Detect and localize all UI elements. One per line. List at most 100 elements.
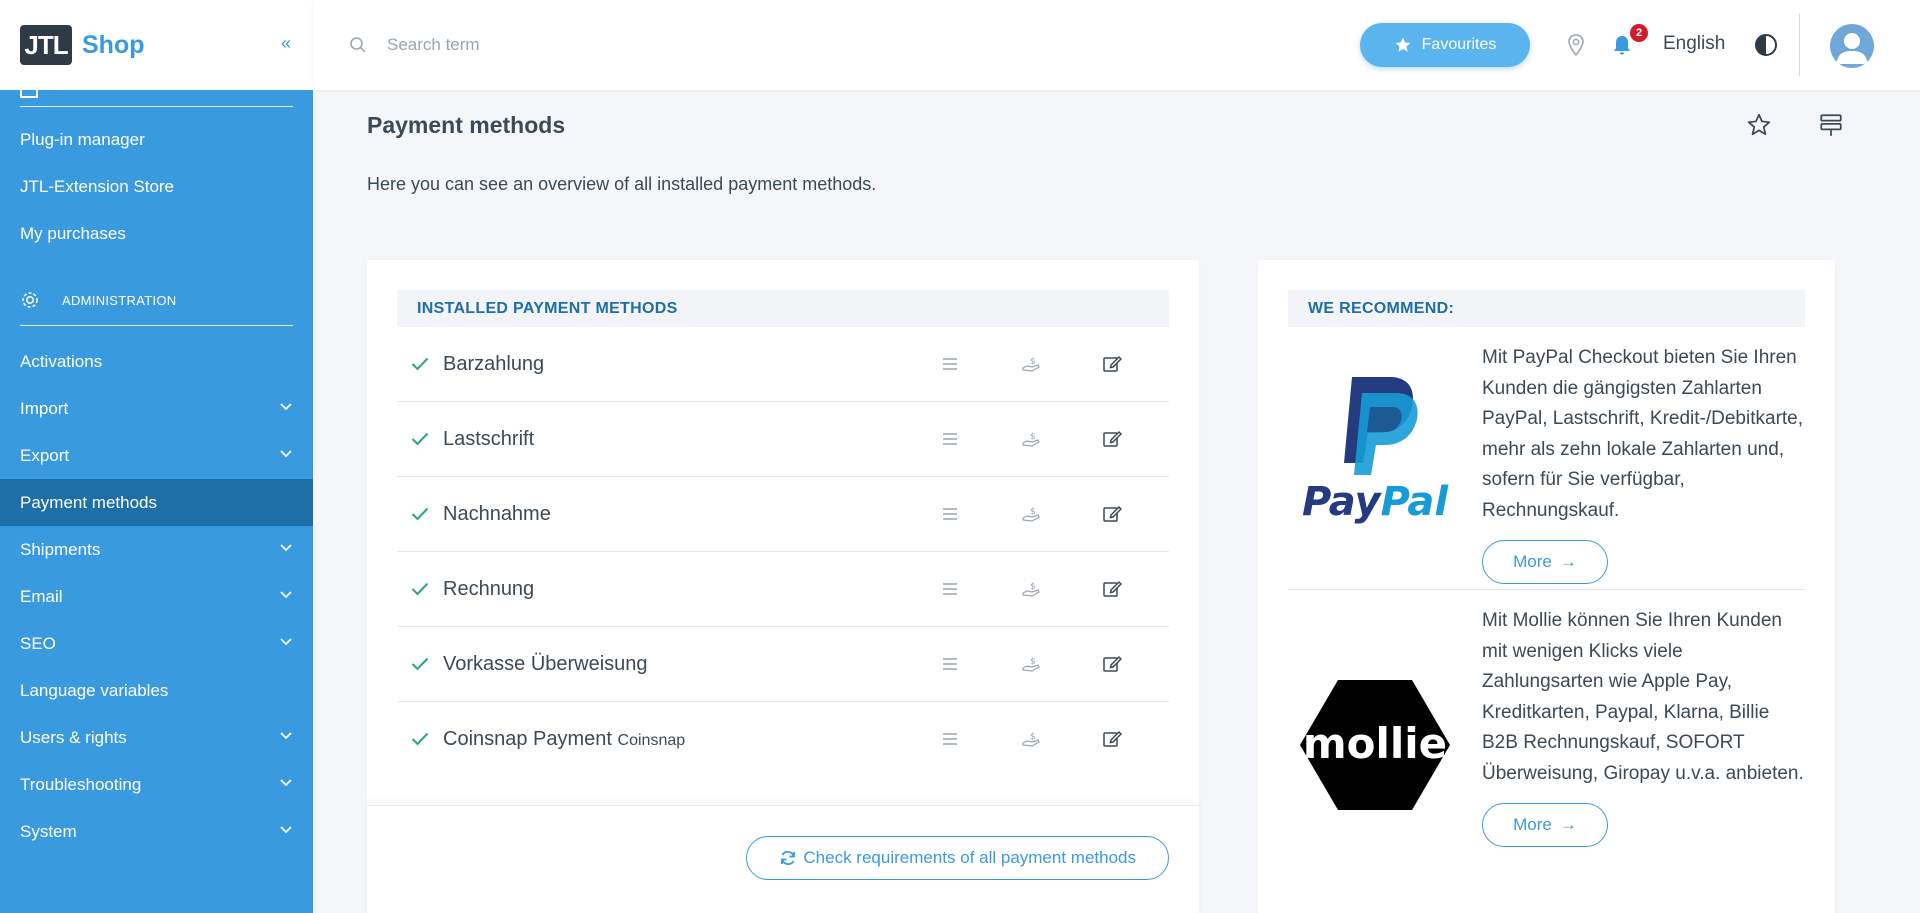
sidebar-item-label: Export [20, 445, 70, 465]
chevron-down-icon [280, 544, 292, 552]
sidebar-item-seo[interactable]: SEO [0, 620, 313, 667]
sidebar-item-email[interactable]: Email [0, 573, 313, 620]
sidebar-item-activations[interactable]: Activations [0, 338, 313, 385]
sort-icon[interactable] [940, 729, 960, 749]
chevron-down-icon [280, 826, 292, 834]
payment-method-label: Barzahlung [443, 352, 545, 375]
add-favourite-star-icon[interactable] [1746, 112, 1772, 138]
svg-text:PayPal: PayPal [1302, 479, 1449, 525]
sidebar-item-system[interactable]: System [0, 808, 313, 855]
user-icon [1836, 33, 1868, 64]
edit-icon[interactable] [1102, 504, 1122, 524]
hand-coin-icon[interactable]: $ [1021, 579, 1041, 599]
hand-coin-icon[interactable]: $ [1021, 429, 1041, 449]
sidebar-item-label: My purchases [20, 223, 126, 243]
hand-coin-icon[interactable]: $ [1021, 654, 1041, 674]
sidebar-item-label: Activations [20, 351, 103, 371]
main-content: Payment methods Here you can see an over… [313, 90, 1920, 913]
topbar: Favourites 2 English [313, 0, 1920, 90]
paypal-logo[interactable]: PayPal [1300, 367, 1450, 527]
favourites-button[interactable]: Favourites [1360, 23, 1530, 67]
list-item: Barzahlung $ [397, 327, 1169, 402]
check-requirements-button[interactable]: Check requirements of all payment method… [746, 836, 1169, 880]
payment-method-label: Rechnung [443, 577, 535, 600]
sidebar-item-users-rights[interactable]: Users & rights [0, 714, 313, 761]
sidebar-item-shipments[interactable]: Shipments [0, 526, 313, 573]
payment-methods-list: Barzahlung $ Lastschrift $ Nachnahme $ R… [397, 327, 1169, 777]
card-heading: WE RECOMMEND: [1288, 290, 1805, 327]
svg-text:$: $ [1030, 432, 1036, 442]
sidebar-nav: Plug-in manager JTL-Extension Store My p… [0, 116, 313, 855]
sort-icon[interactable] [940, 354, 960, 374]
sidebar-item-import[interactable]: Import [0, 385, 313, 432]
list-item: Vorkasse Überweisung $ [397, 627, 1169, 702]
check-icon [411, 507, 429, 521]
brand-name[interactable]: Shop [82, 31, 145, 60]
payment-method-label: Vorkasse Überweisung [443, 652, 648, 675]
check-icon [411, 357, 429, 371]
edit-icon[interactable] [1102, 429, 1122, 449]
gear-icon [22, 292, 38, 308]
arrow-right-icon: → [1559, 552, 1577, 571]
list-item: Rechnung $ [397, 552, 1169, 627]
avatar[interactable] [1830, 24, 1874, 68]
contrast-icon[interactable] [1754, 33, 1778, 57]
mollie-logo[interactable]: mollie [1300, 680, 1450, 810]
sidebar-item-payment-methods[interactable]: Payment methods [0, 479, 313, 526]
check-requirements-label: Check requirements of all payment method… [803, 848, 1136, 867]
payment-method-name: Rechnung [443, 578, 534, 601]
hand-coin-icon[interactable]: $ [1021, 729, 1041, 749]
jtl-logo[interactable]: JTL [20, 25, 72, 65]
sidebar-item-export[interactable]: Export [0, 432, 313, 479]
more-button[interactable]: More → [1482, 803, 1608, 847]
svg-text:$: $ [1030, 507, 1036, 517]
card-heading: INSTALLED PAYMENT METHODS [397, 290, 1169, 327]
chevron-down-icon [280, 403, 292, 411]
more-button[interactable]: More → [1482, 540, 1608, 584]
edit-icon[interactable] [1102, 729, 1122, 749]
edit-icon[interactable] [1102, 654, 1122, 674]
page-title: Payment methods [367, 112, 566, 138]
svg-text:$: $ [1030, 657, 1036, 667]
list-item: Lastschrift $ [397, 402, 1169, 477]
sidebar-item-language-variables[interactable]: Language variables [0, 667, 313, 714]
hand-coin-icon[interactable]: $ [1021, 504, 1041, 524]
svg-text:$: $ [1030, 357, 1036, 367]
notification-badge: 2 [1630, 24, 1648, 42]
sort-icon[interactable] [940, 654, 960, 674]
recommend-item-paypal: PayPal Mit PayPal Checkout bieten Sie Ih… [1288, 327, 1805, 590]
sidebar-section-administration[interactable]: ADMINISTRATION [0, 275, 313, 325]
refresh-icon [781, 850, 796, 866]
recommend-text: Mit Mollie können Sie Ihren Kunden mit w… [1482, 610, 1804, 784]
search-input[interactable] [387, 28, 787, 62]
location-pin-icon[interactable] [1565, 33, 1587, 57]
sidebar-item-plugin-manager[interactable]: Plug-in manager [0, 116, 313, 163]
check-icon [411, 432, 429, 446]
search-icon [350, 37, 366, 53]
sidebar-item-troubleshooting[interactable]: Troubleshooting [0, 761, 313, 808]
sidebar-item-label: Language variables [20, 680, 169, 700]
star-icon [1395, 37, 1411, 52]
recommend-list: PayPal Mit PayPal Checkout bieten Sie Ih… [1288, 327, 1805, 913]
sidebar-item-label: Email [20, 586, 63, 606]
sort-icon[interactable] [940, 579, 960, 599]
sort-icon[interactable] [940, 429, 960, 449]
chevron-down-icon [280, 450, 292, 458]
sort-icon[interactable] [940, 504, 960, 524]
edit-icon[interactable] [1102, 354, 1122, 374]
hand-coin-icon[interactable]: $ [1021, 354, 1041, 374]
collapse-sidebar-button[interactable]: « [281, 33, 291, 54]
edit-icon[interactable] [1102, 579, 1122, 599]
payment-method-label: Lastschrift [443, 427, 535, 450]
sidebar-item-label: SEO [20, 633, 56, 653]
sidebar-item-label: Shipments [20, 539, 101, 559]
recommend-item-mollie: mollie Mit Mollie können Sie Ihren Kunde… [1288, 590, 1805, 913]
sidebar-item-my-purchases[interactable]: My purchases [0, 210, 313, 257]
svg-text:mollie: mollie [1303, 719, 1447, 768]
language-selector[interactable]: English [1663, 33, 1725, 55]
sidebar-item-label: Plug-in manager [20, 129, 145, 149]
sidebar-item-extension-store[interactable]: JTL-Extension Store [0, 163, 313, 210]
section-divider [20, 325, 293, 326]
check-icon [411, 732, 429, 746]
signpost-icon[interactable] [1818, 112, 1844, 138]
